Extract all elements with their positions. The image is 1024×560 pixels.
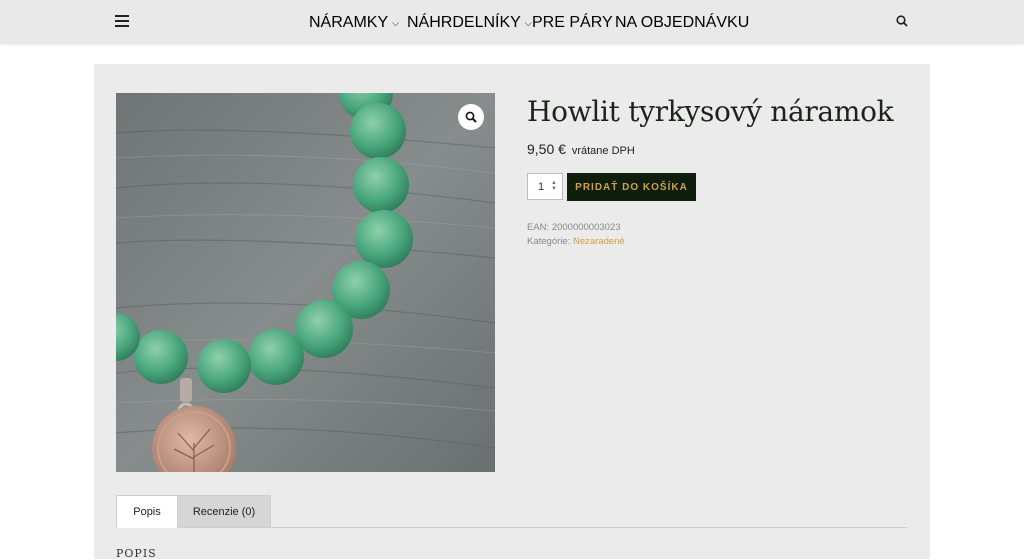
tab-label: Recenzie (0) [192,505,256,518]
category-label: Kategórie: [527,236,571,247]
add-to-cart-button[interactable]: PRIDAŤ DO KOŠÍKA [567,173,696,201]
vat-note: vrátane DPH [571,145,635,157]
product-title: Howlit tyrkysový náramok [527,95,894,128]
quantity-stepper[interactable]: 1 ▲ ▼ [527,173,563,200]
tab-recenzie[interactable]: Recenzie (0) [177,495,271,528]
hamburger-menu-icon[interactable] [115,15,129,27]
nav-item-nahrdelniky[interactable]: NÁHRDELNÍKY ⌵ [407,14,532,32]
chevron-down-icon: ⌵ [392,18,399,28]
stepper-arrows-icon[interactable]: ▲ ▼ [551,180,559,192]
search-icon[interactable] [896,15,908,27]
quantity-value: 1 [538,181,545,193]
ean-value: 2000000003023 [551,222,621,233]
tab-label: Popis [133,505,161,518]
ean-line: EAN: 2000000003023 [527,222,621,233]
nav-item-na-objednavku[interactable]: NA OBJEDNÁVKU [615,14,749,32]
site-header: NÁRAMKY ⌵ NÁHRDELNÍKY ⌵ PRE PÁRY NA OBJEDN… [0,0,1024,43]
category-link[interactable]: Nezaradené [573,236,625,247]
section-title: POPIS [116,547,157,560]
category-line: Kategórie: Nezaradené [527,236,625,247]
nav-item-label: NÁHRDELNÍKY [407,14,521,31]
product-price: 9,50 € vrátane DPH [527,141,635,157]
zoom-magnifier-icon[interactable] [458,104,484,130]
chevron-down-icon: ⌵ [524,18,532,28]
nav-item-label: PRE PÁRY [532,14,613,31]
price-value: 9,50 € [527,141,566,157]
product-image[interactable] [116,93,495,472]
nav-item-label: NA OBJEDNÁVKU [615,14,750,31]
nav-item-label: NÁRAMKY [309,14,389,31]
nav-item-naramky[interactable]: NÁRAMKY ⌵ [309,14,399,32]
tab-popis[interactable]: Popis [116,495,178,528]
ean-label: EAN: [527,222,550,233]
nav-item-pre-pary[interactable]: PRE PÁRY [532,14,613,32]
